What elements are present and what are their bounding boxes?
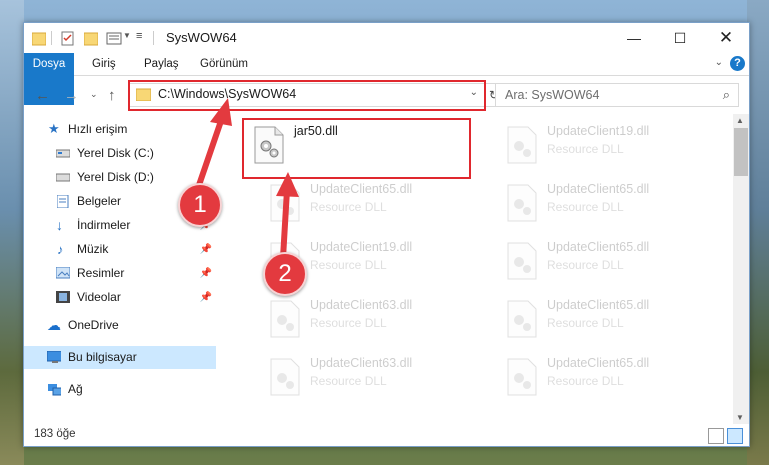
arrow-to-file: [280, 187, 290, 261]
annotation-arrows: [195, 98, 299, 261]
arrow-to-address-bar: [195, 115, 225, 191]
arrowhead-1: [210, 98, 232, 126]
arrowhead-2: [276, 172, 299, 197]
step-badge-2: 2: [263, 252, 307, 296]
step-badge-1: 1: [178, 183, 222, 227]
